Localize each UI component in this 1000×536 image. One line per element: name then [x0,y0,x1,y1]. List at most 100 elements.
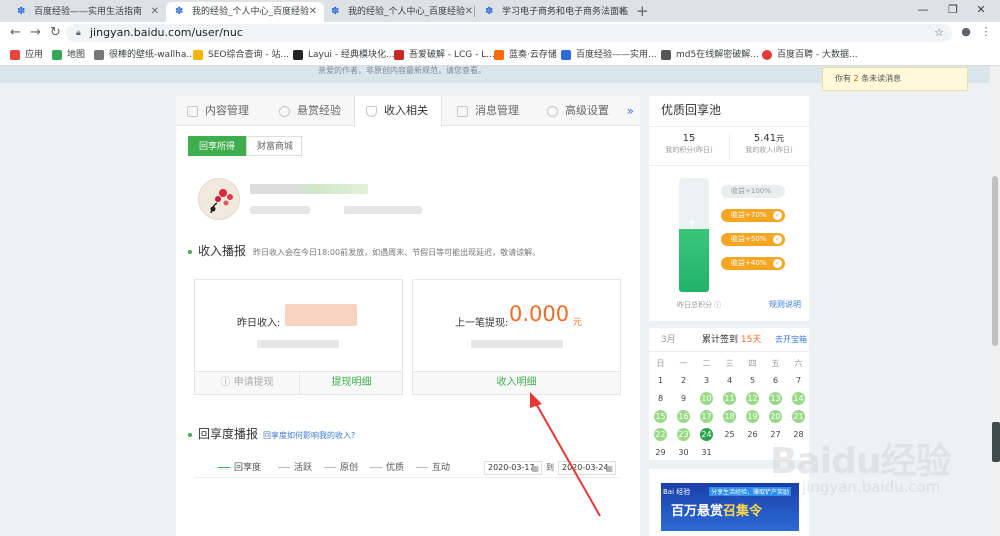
calendar-day[interactable]: 4 [723,374,736,387]
forward-icon[interactable]: → [30,23,41,43]
rules-link[interactable]: 规则说明 [769,299,801,310]
calendar-day[interactable]: 1 [654,374,667,387]
back-icon[interactable]: ← [10,23,21,43]
reload-icon[interactable]: ↻ [50,23,61,43]
legend-label: 回享度 [234,463,262,473]
tab-income[interactable]: 收入相关 [354,96,442,127]
menu-icon[interactable]: ⋮ [978,24,994,40]
announcement-text[interactable]: 亲爱的作者，非原创内容最新规范，请您查看。 [318,66,486,76]
share-help-link[interactable]: 回享度如何影响我的收入? [263,431,355,440]
bookmark-item[interactable]: md5在线解密破解... [661,47,759,63]
calendar-day[interactable]: 10 [700,392,713,405]
calendar-day[interactable]: 16 [677,410,690,423]
close-tab-icon[interactable]: ✕ [151,2,159,22]
legend-quality[interactable]: 优质 [370,458,404,478]
date-range-separator: 到 [546,463,554,472]
open-treasure-link[interactable]: 去开宝箱 [775,328,807,352]
address-bar[interactable]: 🔒︎ jingyan.baidu.com/user/nuc ☆ [66,24,952,42]
calendar-day[interactable]: 25 [723,428,736,441]
browser-tab[interactable]: ✽ 学习电子商务和电子商务法面临 ✕ [476,2,634,22]
withdraw-detail-link[interactable]: 提现明细 [299,372,403,394]
browser-tab[interactable]: ✽ 我的经验_个人中心_百度经验 ✕ [322,2,480,22]
date-to-input[interactable]: 2020-03-24 ▦ [558,461,616,475]
calendar-day[interactable]: 2 [677,374,690,387]
calendar-day[interactable]: 3 [700,374,713,387]
legend-share[interactable]: 回享度 [218,458,261,478]
avatar[interactable] [198,178,240,220]
legend-original[interactable]: 原创 [324,458,358,478]
profile-icon[interactable]: ● [958,24,974,40]
subtab-share-earnings[interactable]: 回享所得 [188,136,246,156]
minimize-icon[interactable]: — [908,0,938,22]
calendar-day[interactable]: 15 [654,410,667,423]
level-100: 收益+100% [721,185,785,198]
calendar-day[interactable]: 14 [792,392,805,405]
tab-messages[interactable]: 消息管理 [446,96,536,126]
calendar-day[interactable]: 18 [723,410,736,423]
scrollbar-thumb[interactable] [992,176,998,346]
browser-tab-active[interactable]: ✽ 我的经验_个人中心_百度经验 ✕ [166,2,324,22]
calendar-day[interactable]: 6 [769,374,782,387]
page-scrollbar[interactable] [990,66,1000,536]
more-tabs-icon[interactable]: » [627,96,634,126]
bookmark-item[interactable]: 百度经验——实用... [561,47,657,63]
calendar-day[interactable]: 8 [654,392,667,405]
streak-days: 15天 [740,335,762,345]
income-detail-link[interactable]: 收入明细 [413,372,620,394]
level-label: 收益+40% [731,259,767,267]
level-label: 收益+100% [731,187,771,195]
floating-side-widget[interactable] [992,422,1000,462]
calendar-day[interactable]: 29 [654,446,667,459]
legend-active[interactable]: 活跃 [278,458,312,478]
notice-suffix: 条未读消息 [861,74,902,83]
calendar-day[interactable]: 12 [746,392,759,405]
close-tab-icon[interactable]: ✕ [619,2,627,22]
bookmark-item[interactable]: SEO综合查询 - 站... [193,47,289,63]
close-window-icon[interactable]: ✕ [966,0,996,22]
help-icon[interactable]: ⓘ [714,301,721,309]
calendar-day[interactable]: 11 [723,392,736,405]
subtab-wealth-mall[interactable]: 财富商城 [246,136,302,156]
calendar-day[interactable]: 26 [746,428,759,441]
calendar-day[interactable]: 9 [677,392,690,405]
unread-notice[interactable]: 你有 2 条未读消息 [822,67,968,91]
calendar-day[interactable]: 24 [700,428,713,441]
restore-icon[interactable]: ❐ [938,0,968,22]
close-tab-icon[interactable]: ✕ [309,2,317,22]
bookmark-item[interactable]: 吾爱破解 - LCG - L... [394,47,495,63]
calendar-day[interactable]: 19 [746,410,759,423]
bookmark-item[interactable]: 百度百聘 - 大数据... [762,47,858,63]
browser-tab[interactable]: ✽ 百度经验——实用生活指南 ✕ [8,2,166,22]
bookmark-item[interactable]: 很棒的壁纸-wallha... [94,47,195,63]
new-tab-icon[interactable]: + [636,1,649,21]
browser-tab-title: 我的经验_个人中心_百度经验 [348,7,466,17]
content-icon [187,106,198,117]
bookmark-item[interactable]: 蓝奏·云存储 [494,47,557,63]
weekday-label: 三 [725,359,734,368]
bookmark-item[interactable]: 应用 [10,47,43,63]
calendar-month: 3月 [661,335,676,345]
calendar-day[interactable]: 21 [792,410,805,423]
tab-content-management[interactable]: 内容管理 [176,96,268,126]
calendar-day[interactable]: 13 [769,392,782,405]
signin-streak: 累计签到 15天 [702,328,761,352]
legend-interaction[interactable]: 互动 [416,458,450,478]
calendar-day[interactable]: 7 [792,374,805,387]
close-tab-icon[interactable]: ✕ [465,2,473,22]
tab-advanced-settings[interactable]: 高级设置 [536,96,626,126]
apply-withdraw-button[interactable]: ⓘ 申请提现 [195,372,299,394]
section-heading: 收入播报 [198,244,247,258]
calendar-day[interactable]: 20 [769,410,782,423]
date-from-input[interactable]: 2020-03-17 ▦ [484,461,542,475]
calendar-day[interactable]: 22 [654,428,667,441]
calendar-day[interactable]: 5 [746,374,759,387]
tab-bounty[interactable]: 悬赏经验 [268,96,354,126]
bookmark-item[interactable]: 地图 [52,47,85,63]
calendar-day[interactable]: 17 [700,410,713,423]
calendar-day[interactable]: 30 [677,446,690,459]
bookmark-item[interactable]: Layui - 经典模块化... [293,47,395,63]
calendar-day[interactable]: 23 [677,428,690,441]
income-caption: 我的收入(昨日) [745,146,793,154]
bookmark-star-icon[interactable]: ☆ [934,24,944,42]
calendar-day[interactable]: 31 [700,446,713,459]
